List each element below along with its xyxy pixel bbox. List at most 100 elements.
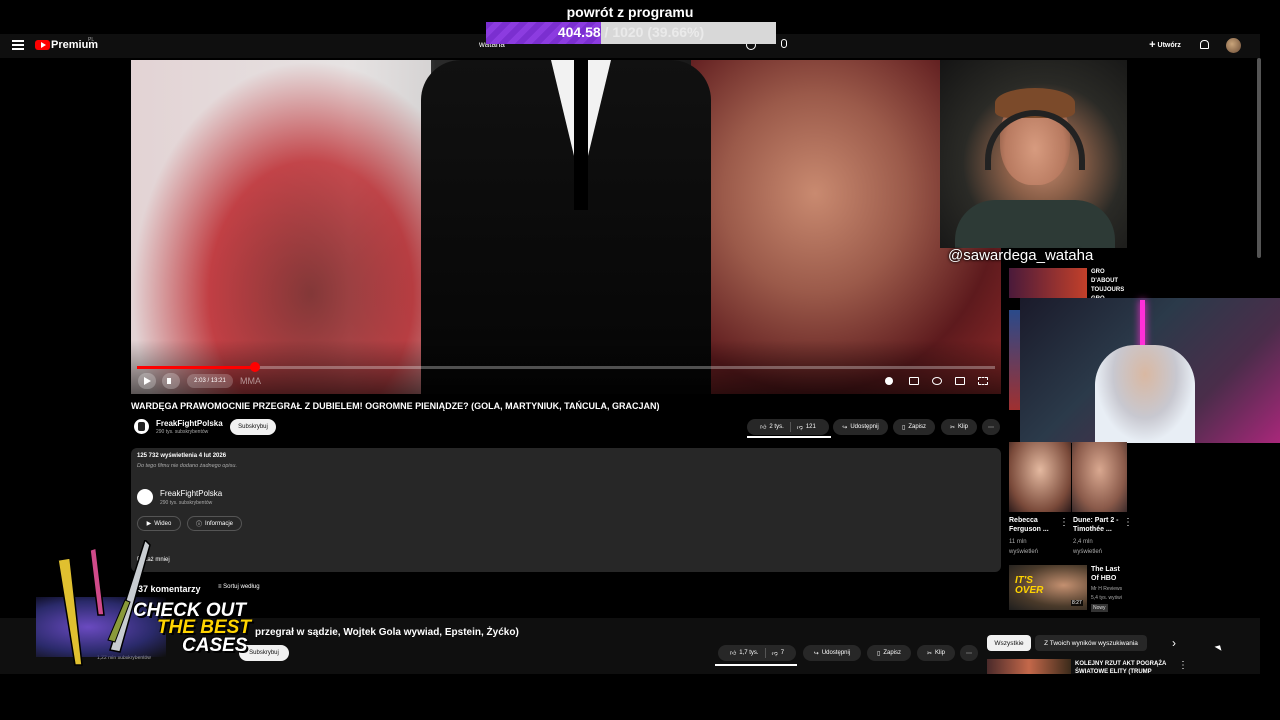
new-badge: Nowy [1091,604,1108,612]
description-box[interactable] [131,448,1001,572]
progress-current: 404.58 [557,24,601,40]
plus-icon: + [1149,39,1156,51]
sidebar-thumbnail[interactable] [1009,268,1087,298]
mini-share-button[interactable]: ↪ Udostępnij [803,645,861,661]
like-underline [747,436,831,438]
videos-button[interactable]: ▶ Wideo [137,516,181,531]
next-video-thumbnail[interactable] [987,659,1071,674]
hamburger-menu-icon[interactable] [12,40,24,50]
youtube-logo[interactable] [35,40,50,50]
seek-handle[interactable] [249,362,260,372]
more-options-icon[interactable]: ⋮ [1123,517,1133,528]
channel-name[interactable]: FreakFightPolska [156,419,223,428]
videos-label: Wideo [154,520,172,527]
mini-more-button[interactable]: ⋯ [960,645,978,661]
share-button[interactable]: ↪ Udostępnij [833,419,888,435]
mini-like-underline [715,664,797,666]
more-options-icon[interactable]: ⋮ [1059,517,1069,528]
sidebar-item-meta: wyświetleń [1009,549,1039,555]
video-watermark: MMA [240,376,261,386]
description-channel-avatar[interactable] [137,489,153,505]
more-horizontal-icon: ⋯ [988,424,994,431]
sidebar-thumbnail-rebecca[interactable] [1009,442,1071,512]
scissors-icon: ✂ [926,650,932,657]
save-button[interactable]: ▯ Zapisz [893,419,935,435]
bookmark-icon: ▯ [902,424,906,431]
seek-progress [137,366,255,369]
scissors-icon: ✂ [949,424,955,431]
channel-avatar[interactable] [134,419,149,434]
play-button[interactable] [138,373,156,389]
next-video-title[interactable]: KOLEJNY RZUT AKT POGRĄŻA ŚWIATOWE ELITY … [1075,660,1175,676]
sort-comments-button[interactable]: ≡ Sortuj według [218,584,260,590]
video-duration: 8:27 [1071,600,1083,606]
more-actions-button[interactable]: ⋯ [982,419,1000,435]
channel-subscribers: 290 tys. subskrybentów [156,429,209,435]
webcam-shirt [955,200,1115,248]
fullscreen-icon[interactable] [978,377,988,385]
thumbs-up-icon[interactable]: 👍︎ [730,649,736,657]
notifications-bell-icon[interactable] [1200,40,1209,49]
thumbnail-overlay-text: IT'S OVER [1015,575,1044,596]
chip-from-search[interactable]: Z Twoich wyników wyszukiwania [1035,635,1147,651]
sidebar-item-meta: 5,4 tys. wyświ [1091,595,1122,601]
sidebar-item-meta: 2,4 mln [1073,539,1093,545]
thumbs-up-icon[interactable]: 👍︎ [760,423,766,431]
miniplayer-icon[interactable] [955,377,965,385]
video-title: WARDĘGA PRAWOMOCNIE PRZEGRAŁ Z DUBIELEM!… [131,401,660,411]
description-empty: Do tego filmu nie dodano żadnego opisu. [137,463,237,469]
bookmark-icon: ▯ [877,650,881,657]
save-label: Zapisz [908,424,926,430]
about-button[interactable]: ⓘ Informacje [187,516,242,531]
mini-like-count[interactable]: 1,7 tys. [739,650,758,656]
thumbs-down-icon[interactable]: 👎︎ [772,649,778,657]
dislike-count[interactable]: 121 [806,424,816,430]
share-icon: ↪ [813,650,819,657]
sidebar-item-meta: 11 mln [1009,539,1027,545]
sidebar-item-title[interactable]: The Last Of HBO [1091,565,1127,583]
more-options-icon[interactable]: ⋮ [1178,660,1188,671]
time-display: 2:03 / 13:21 [187,374,233,388]
microphone-icon[interactable] [781,39,787,48]
sort-label: Sortuj według [223,584,260,590]
mini-clip-label: Klip [935,650,946,656]
video-icon: ▶ [146,521,152,527]
volume-button[interactable] [162,373,180,389]
create-label: Utwórz [1157,41,1181,49]
share-label: Udostępnij [850,424,879,430]
mini-like-dislike-group: 👍︎ 1,7 tys. 👎︎ 7 [718,645,796,661]
subtitles-icon[interactable] [909,377,919,385]
about-label: Informacje [205,520,234,527]
mini-save-button[interactable]: ▯ Zapisz [867,645,911,661]
progress-total: / 1020 (39.66%) [600,24,705,40]
settings-gear-icon[interactable] [932,377,942,385]
mini-dislike-count[interactable]: 7 [781,650,784,656]
sidebar-thumbnail-dune[interactable] [1072,442,1127,512]
sidebar-item-title[interactable]: Rebecca Ferguson ... [1009,516,1059,534]
divider [764,648,766,658]
mini-clip-button[interactable]: ✂ Klip [917,645,955,661]
thumbs-down-icon[interactable]: 👎︎ [797,423,803,431]
share-icon: ↪ [842,424,848,431]
user-avatar[interactable] [1226,38,1241,53]
create-button[interactable]: + Utwórz [1144,36,1186,54]
more-horizontal-icon: ⋯ [966,650,972,657]
seek-bar[interactable] [137,362,995,372]
chip-all[interactable]: Wszystkie [987,635,1031,651]
chevron-right-icon[interactable]: › [1167,636,1181,650]
sidebar-item-title[interactable]: Dune: Part 2 - Timothée ... [1073,516,1123,534]
autoplay-toggle-icon[interactable] [885,377,893,385]
info-icon: ⓘ [195,522,202,528]
like-count[interactable]: 2 tys. [769,424,783,430]
description-channel-name[interactable]: FreakFightPolska [160,489,222,498]
webcam-person [1095,345,1195,443]
video-frame-tie [574,60,588,210]
view-count-date: 125 732 wyświetlenia 4 lut 2026 [137,453,227,459]
clip-label: Klip [958,424,969,430]
description-channel-subscribers: 290 tys. subskrybentów [160,500,213,506]
mini-video-title: przegrał w sądzie, Wojtek Gola wywiad, E… [255,627,519,638]
page-scrollbar[interactable] [1257,58,1261,258]
like-dislike-group: 👍︎ 2 tys. 👎︎ 121 [747,419,829,435]
subscribe-button[interactable]: Subskrybuj [230,419,276,435]
clip-button[interactable]: ✂ Klip [941,419,977,435]
